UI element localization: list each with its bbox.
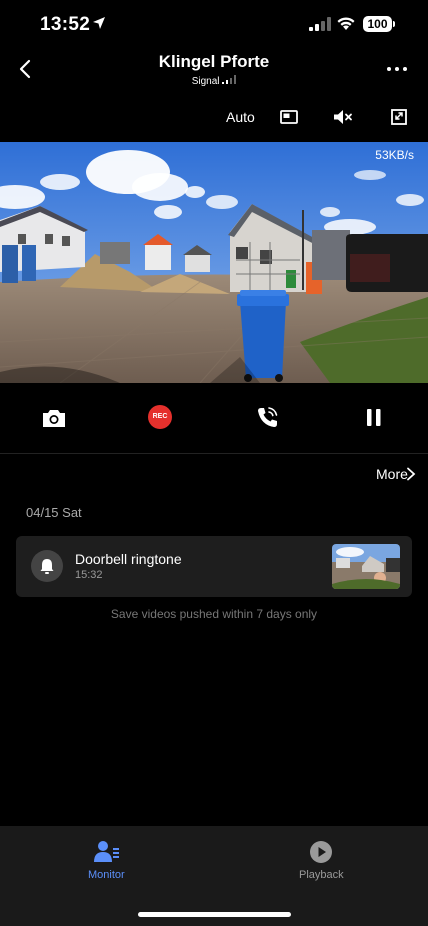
quality-selector[interactable]: Auto	[226, 109, 255, 125]
bell-avatar	[31, 550, 63, 582]
more-link[interactable]: More	[376, 466, 408, 482]
event-time: 15:32	[75, 569, 103, 581]
bell-icon	[40, 559, 54, 574]
retention-note: Save videos pushed within 7 days only	[110, 607, 318, 621]
camera-icon[interactable]	[40, 404, 68, 432]
live-video-feed[interactable]	[0, 142, 428, 383]
cellular-signal-icon	[309, 17, 331, 31]
record-button[interactable]: REC	[148, 405, 172, 429]
pause-icon[interactable]	[360, 404, 388, 432]
battery-tip	[393, 21, 395, 27]
fullscreen-icon[interactable]	[389, 108, 409, 126]
wifi-icon	[337, 17, 355, 30]
monitor-icon[interactable]	[94, 840, 120, 864]
section-divider	[0, 453, 428, 454]
picture-in-picture-icon[interactable]	[279, 108, 299, 126]
home-indicator	[138, 912, 291, 917]
status-time: 13:52	[40, 14, 91, 35]
mute-icon[interactable]	[332, 108, 354, 126]
phone-call-icon[interactable]	[253, 404, 281, 432]
bottom-nav	[0, 826, 428, 926]
location-arrow-icon	[93, 17, 105, 29]
more-dots-icon[interactable]	[384, 58, 410, 80]
battery-indicator: 100	[363, 16, 392, 32]
signal-label: Signal	[0, 75, 428, 87]
chevron-right-icon[interactable]	[406, 467, 416, 481]
event-title: Doorbell ringtone	[75, 551, 182, 567]
nav-playback-label[interactable]: Playback	[299, 869, 344, 881]
event-thumbnail[interactable]	[332, 544, 400, 589]
nav-monitor-label[interactable]: Monitor	[88, 869, 125, 881]
device-title: Klingel Pforte	[158, 52, 270, 71]
signal-text: Signal	[191, 76, 220, 87]
event-date: 04/15 Sat	[26, 505, 82, 520]
play-icon[interactable]	[309, 840, 333, 864]
data-rate: 53KB/s	[375, 148, 414, 162]
signal-strength-icon	[222, 75, 237, 84]
